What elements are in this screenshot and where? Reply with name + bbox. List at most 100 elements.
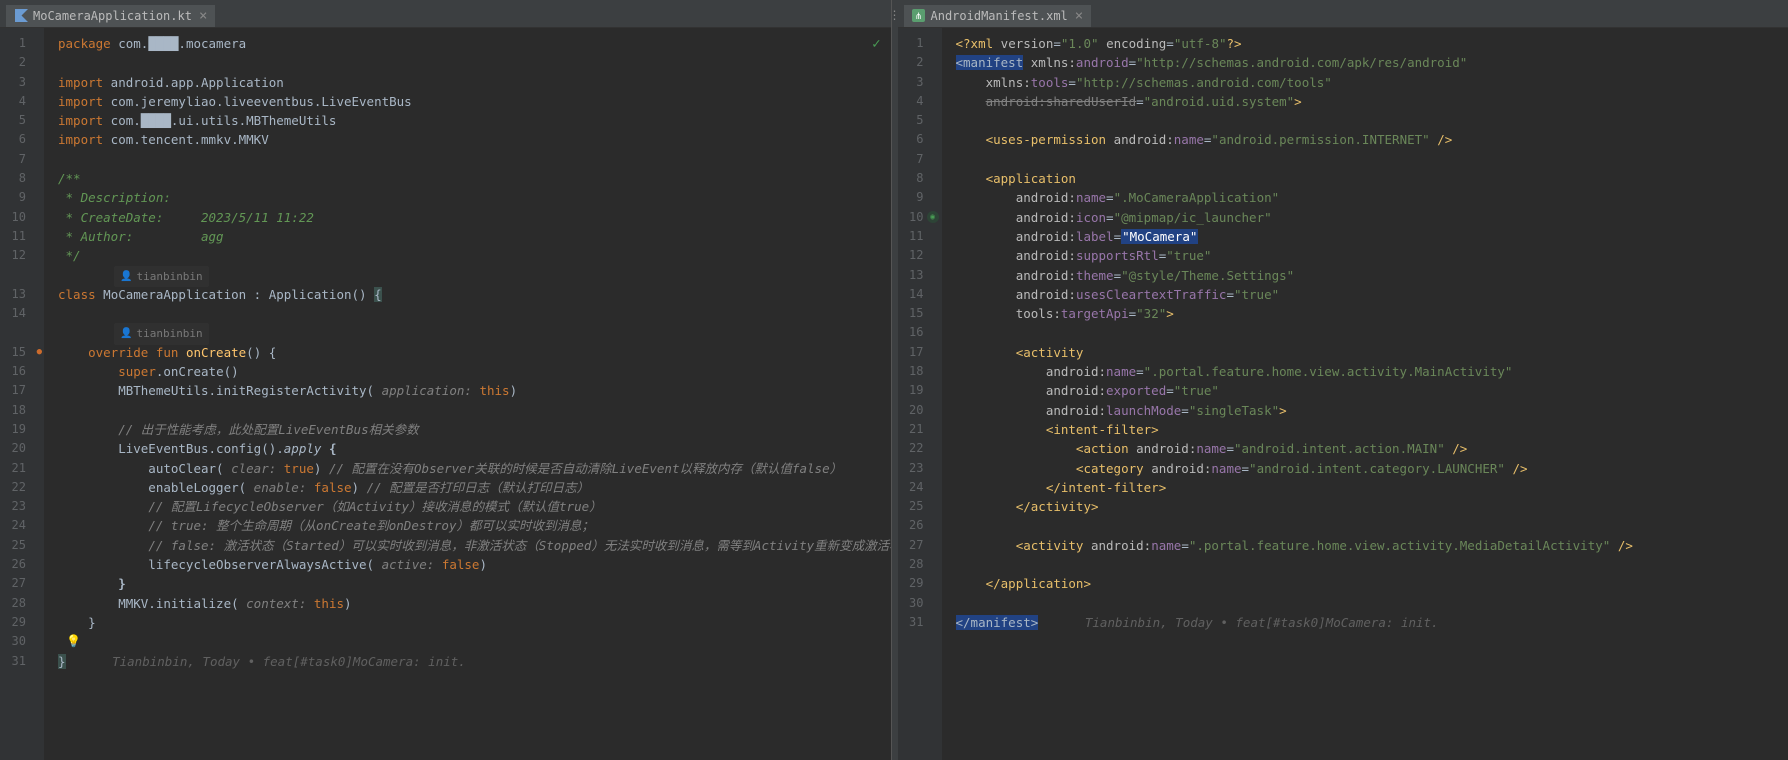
code-line[interactable]: android:theme="@style/Theme.Settings" — [956, 266, 1788, 285]
code-line[interactable]: // 出于性能考虑，此处配置LiveEventBus相关参数 — [58, 420, 891, 439]
code-line[interactable]: </application> — [956, 574, 1788, 593]
code-line[interactable] — [58, 150, 891, 169]
code-line[interactable]: autoClear( clear: true) // 配置在没有Observer… — [58, 459, 891, 478]
code-line[interactable] — [956, 594, 1788, 613]
line-number[interactable]: 26 — [0, 555, 44, 574]
line-number[interactable]: 16 — [898, 323, 942, 342]
code-line[interactable]: <activity android:name=".portal.feature.… — [956, 536, 1788, 555]
code-line[interactable]: // false: 激活状态（Started）可以实时收到消息，非激活状态（St… — [58, 536, 891, 555]
line-number[interactable]: 21 — [0, 459, 44, 478]
tab-androidmanifest[interactable]: ⋔ AndroidManifest.xml × — [904, 5, 1092, 27]
line-number[interactable]: 31 — [0, 652, 44, 671]
code-line[interactable]: <uses-permission android:name="android.p… — [956, 130, 1788, 149]
line-number[interactable]: 18 — [898, 362, 942, 381]
override-gutter-icon[interactable]: ● — [37, 343, 42, 362]
close-icon[interactable]: × — [199, 8, 207, 24]
line-number[interactable]: 13 — [898, 266, 942, 285]
line-number[interactable]: 5 — [898, 111, 942, 130]
code-line[interactable]: <manifest xmlns:android="http://schemas.… — [956, 53, 1788, 72]
line-number[interactable]: 25 — [898, 497, 942, 516]
line-number[interactable]: 21 — [898, 420, 942, 439]
code-line[interactable]: // true: 整个生命周期（从onCreate到onDestroy）都可以实… — [58, 516, 891, 535]
launcher-gutter-icon[interactable]: ◉ — [927, 211, 939, 223]
code-line[interactable]: android:launchMode="singleTask"> — [956, 401, 1788, 420]
author-annotation[interactable]: 👤tianbinbin — [114, 266, 209, 287]
line-number[interactable]: 8 — [898, 169, 942, 188]
left-code-area[interactable]: package com.████.mocamera import android.… — [44, 28, 891, 760]
code-line[interactable]: 👤tianbinbin — [58, 323, 891, 342]
code-line[interactable]: LiveEventBus.config().apply { — [58, 439, 891, 458]
code-line[interactable]: super.onCreate() — [58, 362, 891, 381]
code-line[interactable]: override fun onCreate() { — [58, 343, 891, 362]
line-number[interactable]: 26 — [898, 516, 942, 535]
line-number[interactable]: 11 — [898, 227, 942, 246]
right-editor[interactable]: 12345678910◉1112131415161718192021222324… — [898, 28, 1788, 760]
code-line[interactable]: 💡 — [58, 632, 891, 651]
code-line[interactable]: android:sharedUserId="android.uid.system… — [956, 92, 1788, 111]
code-line[interactable]: android:exported="true" — [956, 381, 1788, 400]
code-line[interactable]: * Author: agg — [58, 227, 891, 246]
line-number[interactable]: 2 — [0, 53, 44, 72]
intention-bulb-icon[interactable]: 💡 — [66, 632, 81, 651]
code-line[interactable]: import com.jeremyliao.liveeventbus.LiveE… — [58, 92, 891, 111]
line-number[interactable]: 16 — [0, 362, 44, 381]
line-number[interactable]: 4 — [0, 92, 44, 111]
line-number[interactable]: 7 — [0, 150, 44, 169]
code-line[interactable]: <application — [956, 169, 1788, 188]
code-line[interactable] — [956, 516, 1788, 535]
code-line[interactable]: android:icon="@mipmap/ic_launcher" — [956, 208, 1788, 227]
line-number[interactable]: 10◉ — [898, 208, 942, 227]
line-number[interactable]: 18 — [0, 401, 44, 420]
code-line[interactable]: <activity — [956, 343, 1788, 362]
code-line[interactable]: enableLogger( enable: false) // 配置是否打印日志… — [58, 478, 891, 497]
line-number[interactable]: 5 — [0, 111, 44, 130]
line-number[interactable]: 15● — [0, 343, 44, 362]
line-number[interactable]: 20 — [0, 439, 44, 458]
line-number[interactable]: 12 — [0, 246, 44, 265]
line-number[interactable]: 9 — [0, 188, 44, 207]
line-number[interactable]: 14 — [0, 304, 44, 323]
code-line[interactable]: lifecycleObserverAlwaysActive( active: f… — [58, 555, 891, 574]
code-line[interactable]: android:usesCleartextTraffic="true" — [956, 285, 1788, 304]
line-number[interactable]: 30 — [0, 632, 44, 651]
line-number[interactable]: 27 — [0, 574, 44, 593]
line-number[interactable]: 8 — [0, 169, 44, 188]
line-number[interactable]: 17 — [0, 381, 44, 400]
code-line[interactable]: xmlns:tools="http://schemas.android.com/… — [956, 73, 1788, 92]
code-line[interactable]: <category android:name="android.intent.c… — [956, 459, 1788, 478]
code-line[interactable]: android:label="MoCamera" — [956, 227, 1788, 246]
code-line[interactable]: import android.app.Application — [58, 73, 891, 92]
tab-mocamera-kt[interactable]: MoCameraApplication.kt × — [6, 5, 215, 27]
code-line[interactable]: import com.tencent.mmkv.MMKV — [58, 130, 891, 149]
code-line[interactable]: /** — [58, 169, 891, 188]
code-line[interactable]: </manifest> Tianbinbin, Today • feat[#ta… — [956, 613, 1788, 632]
left-editor[interactable]: ✓ 123456789101112131415●1617181920212223… — [0, 28, 891, 760]
code-line[interactable]: android:name=".MoCameraApplication" — [956, 188, 1788, 207]
line-number[interactable]: 11 — [0, 227, 44, 246]
right-gutter[interactable]: 12345678910◉1112131415161718192021222324… — [898, 28, 942, 760]
code-line[interactable] — [956, 111, 1788, 130]
line-number[interactable]: 30 — [898, 594, 942, 613]
line-number[interactable]: 3 — [0, 73, 44, 92]
code-line[interactable] — [956, 555, 1788, 574]
line-number[interactable]: 1 — [0, 34, 44, 53]
close-icon[interactable]: × — [1075, 8, 1083, 24]
author-annotation[interactable]: 👤tianbinbin — [114, 323, 209, 344]
code-line[interactable]: <action android:name="android.intent.act… — [956, 439, 1788, 458]
code-line[interactable]: </activity> — [956, 497, 1788, 516]
line-number[interactable]: 28 — [0, 594, 44, 613]
line-number[interactable]: 31 — [898, 613, 942, 632]
line-number[interactable]: 1 — [898, 34, 942, 53]
line-number[interactable]: 23 — [0, 497, 44, 516]
line-number[interactable]: 27 — [898, 536, 942, 555]
code-line[interactable]: package com.████.mocamera — [58, 34, 891, 53]
code-line[interactable]: import com.████.ui.utils.MBThemeUtils — [58, 111, 891, 130]
line-number[interactable]: 29 — [898, 574, 942, 593]
code-line[interactable]: * Description: — [58, 188, 891, 207]
code-line[interactable] — [58, 304, 891, 323]
line-number[interactable] — [0, 323, 44, 342]
line-number[interactable]: 9 — [898, 188, 942, 207]
line-number[interactable]: 22 — [898, 439, 942, 458]
code-line[interactable] — [58, 53, 891, 72]
code-line[interactable]: } — [58, 613, 891, 632]
